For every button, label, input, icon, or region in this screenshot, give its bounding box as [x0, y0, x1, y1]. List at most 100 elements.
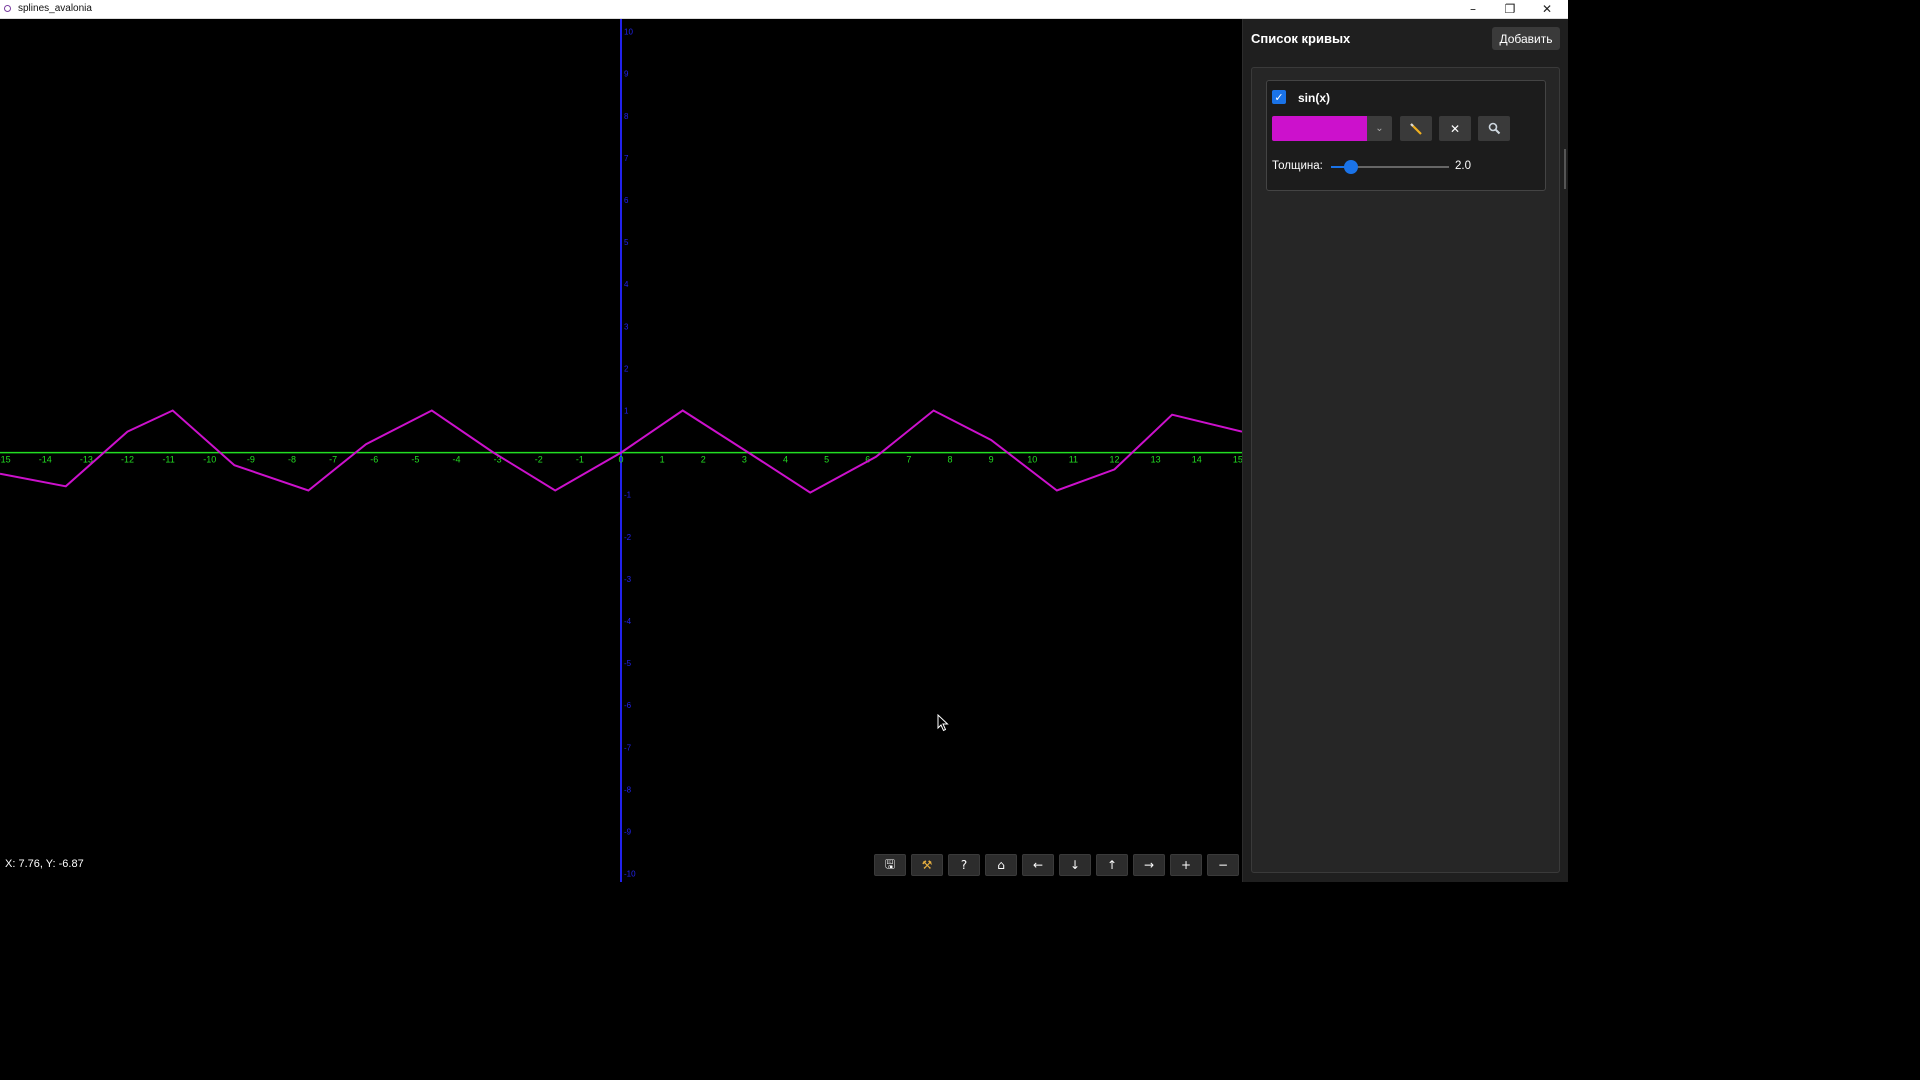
curve-name: sin(x) [1298, 91, 1331, 105]
y-tick-label: -3 [624, 575, 632, 584]
y-tick-label: 8 [624, 112, 629, 121]
y-tick-label: -6 [624, 701, 632, 710]
y-tick-label: 3 [624, 322, 629, 331]
x-tick-label: -12 [121, 455, 134, 465]
x-tick-label: -2 [535, 455, 543, 465]
y-tick-label: 9 [624, 70, 629, 79]
y-tick-label: 5 [624, 238, 629, 247]
coordinate-readout: X: 7.76, Y: -6.87 [5, 858, 84, 870]
help-icon: ? [960, 858, 968, 872]
x-tick-label: 9 [989, 455, 994, 465]
pan-down-button[interactable]: ↓ [1059, 854, 1091, 876]
tools-button[interactable]: ⚒ [911, 854, 943, 876]
x-tick-label: 7 [906, 455, 911, 465]
close-icon: ✕ [1449, 121, 1461, 136]
x-tick-label: -9 [247, 455, 255, 465]
curve-visible-checkbox[interactable]: ✓ [1272, 90, 1286, 104]
thickness-value: 2.0 [1455, 160, 1471, 172]
zoom-out-button[interactable]: − [1207, 854, 1239, 876]
arrow-left-icon: ← [1032, 858, 1044, 872]
y-tick-label: 6 [624, 196, 629, 205]
help-button[interactable]: ? [948, 854, 980, 876]
y-tick-label: 1 [624, 407, 629, 416]
mouse-cursor-icon [937, 713, 949, 737]
scrollbar[interactable] [1564, 149, 1566, 189]
y-tick-label: 2 [624, 364, 629, 373]
y-tick-label: -4 [624, 617, 632, 626]
x-tick-label: -8 [288, 455, 296, 465]
x-tick-label: 1 [660, 455, 665, 465]
minimize-icon[interactable]: – [1455, 0, 1491, 18]
plot-toolbar: 🖫 ⚒? ⌂ ← ↓ ↑ → + − [874, 854, 1239, 876]
close-icon[interactable]: ✕ [1529, 0, 1565, 18]
x-tick-label: -10 [203, 455, 216, 465]
app-icon [4, 5, 11, 12]
y-tick-label: -2 [624, 533, 632, 542]
x-tick-label: -6 [370, 455, 378, 465]
arrow-up-icon: ↑ [1106, 858, 1118, 872]
save-icon: 🖫 [884, 856, 896, 871]
thickness-slider[interactable] [1331, 160, 1449, 174]
y-tick-label: -5 [624, 659, 632, 668]
pencil-icon [1410, 122, 1422, 135]
x-tick-label: 0 [618, 455, 623, 465]
y-tick-label: -9 [624, 827, 632, 836]
x-tick-label: -4 [452, 455, 460, 465]
plot-svg: -15-14-13-12-11-10-9-8-7-6-5-4-3-2-10123… [0, 19, 1242, 882]
home-button[interactable]: ⌂ [985, 854, 1017, 876]
x-tick-label: 2 [701, 455, 706, 465]
chevron-down-icon[interactable]: ⌄ [1367, 116, 1392, 141]
y-tick-label: -10 [624, 870, 636, 879]
curve-card: ✓ sin(x) ⌄ ✕ Толщина: 2.0 [1266, 80, 1546, 191]
plot-canvas[interactable]: -15-14-13-12-11-10-9-8-7-6-5-4-3-2-10123… [0, 19, 1242, 882]
x-tick-label: 13 [1151, 455, 1161, 465]
arrow-down-icon: ↓ [1069, 858, 1081, 872]
x-tick-label: 4 [783, 455, 788, 465]
zoom-in-button[interactable]: + [1170, 854, 1202, 876]
slider-thumb[interactable] [1344, 160, 1359, 174]
edit-curve-button[interactable] [1400, 116, 1432, 141]
y-tick-label: -1 [624, 491, 632, 500]
curve-color-picker[interactable]: ⌄ [1272, 116, 1392, 141]
y-tick-label: -8 [624, 785, 632, 794]
x-tick-label: 8 [947, 455, 952, 465]
x-tick-label: 14 [1192, 455, 1202, 465]
y-tick-label: -7 [624, 743, 632, 752]
x-tick-label: 10 [1027, 455, 1037, 465]
curve-list: ✓ sin(x) ⌄ ✕ Толщина: 2.0 [1251, 67, 1560, 873]
color-swatch[interactable] [1272, 116, 1367, 141]
add-curve-button[interactable]: Добавить [1492, 27, 1560, 50]
x-tick-label: 3 [742, 455, 747, 465]
x-tick-label: -14 [39, 455, 52, 465]
pan-up-button[interactable]: ↑ [1096, 854, 1128, 876]
x-tick-label: 15 [1233, 455, 1242, 465]
thickness-label: Толщина: [1272, 160, 1323, 172]
plus-icon: + [1180, 858, 1192, 872]
y-tick-label: 4 [624, 280, 629, 289]
home-icon: ⌂ [997, 858, 1005, 872]
magnifier-icon [1488, 122, 1500, 135]
window-title: splines_avalonia [18, 3, 92, 14]
x-tick-label: 12 [1110, 455, 1120, 465]
delete-curve-button[interactable]: ✕ [1439, 116, 1471, 141]
y-tick-label: 7 [624, 154, 629, 163]
save-button[interactable]: 🖫 [874, 854, 906, 876]
app-window: splines_avalonia – ❐ ✕ -15 -14 -1 3 -12 -1 1 -1… [0, 0, 1568, 882]
x-tick-label: 11 [1069, 455, 1078, 465]
x-tick-label: -7 [329, 455, 337, 465]
zoom-to-curve-button[interactable] [1478, 116, 1510, 141]
minus-icon: − [1217, 858, 1229, 872]
sidebar-title: Список кривых [1251, 31, 1351, 46]
x-tick-label: 5 [824, 455, 829, 465]
curve-sidebar: Список кривых Добавить ✓ sin(x) ⌄ ✕ Толщ… [1242, 19, 1568, 882]
tools-icon: ⚒ [921, 858, 933, 872]
arrow-right-icon: → [1143, 858, 1155, 872]
title-bar: splines_avalonia – ❐ ✕ [0, 0, 1568, 19]
pan-right-button[interactable]: → [1133, 854, 1165, 876]
restore-icon[interactable]: ❐ [1492, 0, 1528, 18]
y-tick-label: 10 [624, 28, 633, 37]
pan-left-button[interactable]: ← [1022, 854, 1054, 876]
x-tick-label: -15 [0, 455, 11, 465]
x-tick-label: -1 [576, 455, 584, 465]
checkmark-icon: ✓ [1274, 90, 1284, 104]
